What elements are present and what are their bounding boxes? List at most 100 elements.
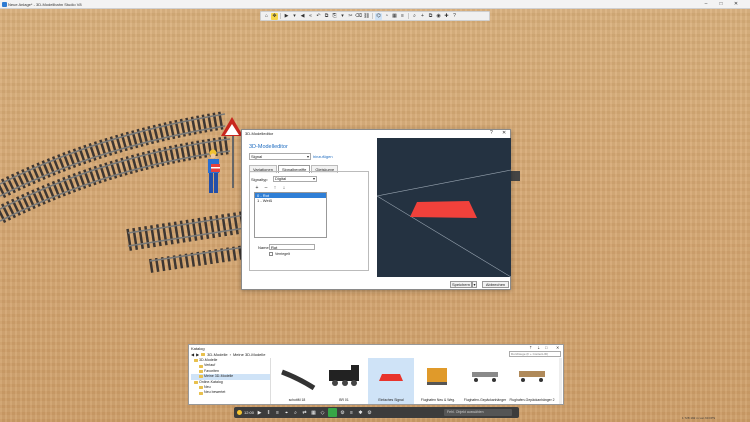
object-search[interactable]: Fehl. Objekt auswählen bbox=[444, 409, 512, 416]
photo-icon[interactable]: ◉ bbox=[435, 13, 442, 20]
folder-icon bbox=[194, 359, 198, 363]
catalog-item[interactable]: schottM 18 bbox=[274, 358, 320, 404]
bottom-controlbar: 12:00 ▶ ‖ ≡ ⌖ ⌕ ⇄ ▦ ◇ ⚙ ≡ ✱ ⚙ Fehl. Obje… bbox=[234, 407, 519, 418]
shape-icon[interactable]: ◇ bbox=[319, 410, 326, 416]
sun-icon[interactable] bbox=[237, 410, 242, 415]
dialog-close-button[interactable]: ✕ bbox=[502, 130, 506, 136]
chevron-down-icon[interactable]: ▾ bbox=[339, 13, 346, 20]
folder-icon bbox=[199, 391, 203, 395]
save-button[interactable]: Speichern bbox=[450, 281, 472, 288]
effects-icon[interactable]: ✱ bbox=[357, 410, 364, 416]
chevron-down-icon[interactable]: ▾ bbox=[291, 13, 298, 20]
paste-icon[interactable]: ⎘ bbox=[331, 13, 338, 20]
save-dropdown-icon[interactable]: ▾ bbox=[472, 281, 477, 288]
breadcrumb-item[interactable]: 3D-Modelle bbox=[207, 352, 227, 357]
clone-icon[interactable]: ⧉ bbox=[427, 13, 434, 20]
app-title: Neue Anlage* - 3D-Modellbahn Studio V8 bbox=[8, 2, 82, 7]
menu-icon[interactable]: ≡ bbox=[274, 410, 281, 416]
catalog-item[interactable]: Flughafen-Gepäckanhänger bbox=[462, 358, 508, 404]
catalog-items: schottM 18 BR 01 Einfaches Signal Flugha… bbox=[274, 358, 559, 404]
catalog-item-label: Flughafen-Gepäckanhänger bbox=[463, 398, 507, 402]
app-icon bbox=[2, 2, 7, 7]
catalog-close-button[interactable]: ✕ bbox=[556, 345, 559, 350]
forward-icon[interactable]: ▶ bbox=[196, 352, 199, 357]
state-list-tools: + – ↑ ↓ bbox=[254, 185, 287, 191]
time-display[interactable]: 12:00 bbox=[244, 410, 254, 415]
pause-icon[interactable]: ‖ bbox=[265, 410, 272, 416]
list-icon[interactable]: ≡ bbox=[348, 410, 355, 416]
close-button[interactable]: ✕ bbox=[731, 1, 741, 8]
catalog-item[interactable]: Flughafen-Gepäckanhänger 2 bbox=[509, 358, 555, 404]
view2-icon[interactable]: ◔ bbox=[383, 13, 390, 20]
target-icon[interactable]: ⌖ bbox=[283, 410, 290, 416]
add-state-icon[interactable]: + bbox=[254, 185, 260, 191]
locked-checkbox[interactable] bbox=[269, 252, 273, 256]
play-icon[interactable]: ▶ bbox=[256, 410, 263, 416]
plus-icon[interactable]: + bbox=[419, 13, 426, 20]
grid-icon[interactable]: ▦ bbox=[310, 410, 317, 416]
move-icon[interactable]: ✥ bbox=[271, 12, 278, 20]
tree-item-label: Neu bewertet bbox=[204, 390, 226, 395]
state-name-input[interactable] bbox=[269, 244, 315, 250]
back-icon[interactable]: ◀ bbox=[191, 352, 194, 357]
link-icon[interactable]: ⛓ bbox=[363, 13, 370, 20]
folder-icon bbox=[199, 386, 203, 390]
catalog-scrollbar[interactable] bbox=[559, 358, 562, 404]
catalog-item-label: schottM 18 bbox=[288, 398, 306, 402]
step-back-icon[interactable]: ◀ bbox=[299, 13, 306, 20]
catalog-item[interactable]: Flughafen Neu & Weg. bbox=[415, 358, 461, 404]
maximize-button[interactable]: □ bbox=[716, 1, 726, 8]
gear-icon[interactable]: ⚙ bbox=[366, 410, 373, 416]
cancel-button[interactable]: Abbrechen bbox=[482, 281, 509, 288]
settings-icon[interactable]: ⚙ bbox=[339, 410, 346, 416]
signal-type-select[interactable]: Digital ▾ bbox=[273, 176, 317, 182]
catalog-item-label: Einfaches Signal bbox=[378, 398, 404, 402]
copy-icon[interactable]: ⧉ bbox=[323, 13, 330, 20]
signal-thumbnail bbox=[379, 374, 403, 381]
camera-icon[interactable]: ▶ bbox=[283, 13, 290, 20]
view-icon[interactable]: ⌬ bbox=[375, 12, 382, 20]
rewind-icon[interactable]: « bbox=[307, 13, 314, 20]
swap-icon[interactable]: ⇄ bbox=[301, 410, 308, 416]
layer-icon[interactable]: ≡ bbox=[399, 13, 406, 20]
dialog-help-button[interactable]: ? bbox=[490, 130, 493, 136]
model-type-select[interactable]: Signal ▾ bbox=[249, 153, 311, 160]
signal-type-label: Signaltyp bbox=[251, 177, 268, 182]
zoom-icon[interactable]: ⌕ bbox=[411, 13, 418, 20]
remove-state-icon[interactable]: – bbox=[263, 185, 269, 191]
catalog-up-icon[interactable]: ⇡ bbox=[529, 345, 532, 350]
catalog-down-icon[interactable]: ⇣ bbox=[537, 345, 540, 350]
list-item[interactable]: 1 - Weiß bbox=[255, 198, 326, 203]
model-preview[interactable] bbox=[377, 138, 511, 277]
grid-icon[interactable]: ▦ bbox=[391, 13, 398, 20]
dialog-title: 3D-Modelleditor bbox=[245, 131, 274, 136]
help-icon[interactable]: ? bbox=[451, 13, 458, 20]
catalog-maximize-button[interactable]: □ bbox=[545, 345, 547, 350]
catalog-toggle-icon[interactable] bbox=[328, 408, 338, 417]
plugin-icon[interactable]: ✚ bbox=[443, 13, 450, 20]
worker-figure bbox=[208, 149, 220, 193]
search-icon[interactable]: ⌕ bbox=[292, 410, 299, 416]
catalog-item[interactable]: Einfaches Signal bbox=[368, 358, 414, 404]
cut-icon[interactable]: ✂ bbox=[347, 13, 354, 20]
undo-icon[interactable]: ↶ bbox=[315, 13, 322, 20]
state-list: 0 - Rot 1 - Weiß bbox=[254, 192, 327, 238]
minimize-button[interactable]: – bbox=[701, 1, 711, 8]
catalog-item[interactable]: BR 01 bbox=[321, 358, 367, 404]
rail-thumbnail bbox=[281, 369, 316, 391]
chevron-down-icon: ▾ bbox=[306, 154, 309, 159]
add-type-link[interactable]: hinzufügen bbox=[313, 154, 333, 159]
signal-type-value: Digital bbox=[275, 176, 287, 181]
home-icon[interactable]: ⌂ bbox=[263, 13, 270, 20]
locked-checkbox-label: Verriegelt bbox=[275, 252, 290, 256]
trailer-thumbnail bbox=[472, 372, 498, 382]
move-up-icon[interactable]: ↑ bbox=[272, 185, 278, 191]
folder-icon bbox=[199, 364, 203, 368]
folder-icon bbox=[194, 380, 198, 384]
delete-icon[interactable]: ⌫ bbox=[355, 13, 362, 20]
move-down-icon[interactable]: ↓ bbox=[281, 185, 287, 191]
breadcrumb-item[interactable]: Meine 3D-Modelle bbox=[233, 352, 265, 357]
catalog-search-input[interactable] bbox=[509, 351, 561, 357]
tree-item[interactable]: Neu bewertet bbox=[191, 390, 270, 395]
folder-icon bbox=[201, 352, 206, 356]
